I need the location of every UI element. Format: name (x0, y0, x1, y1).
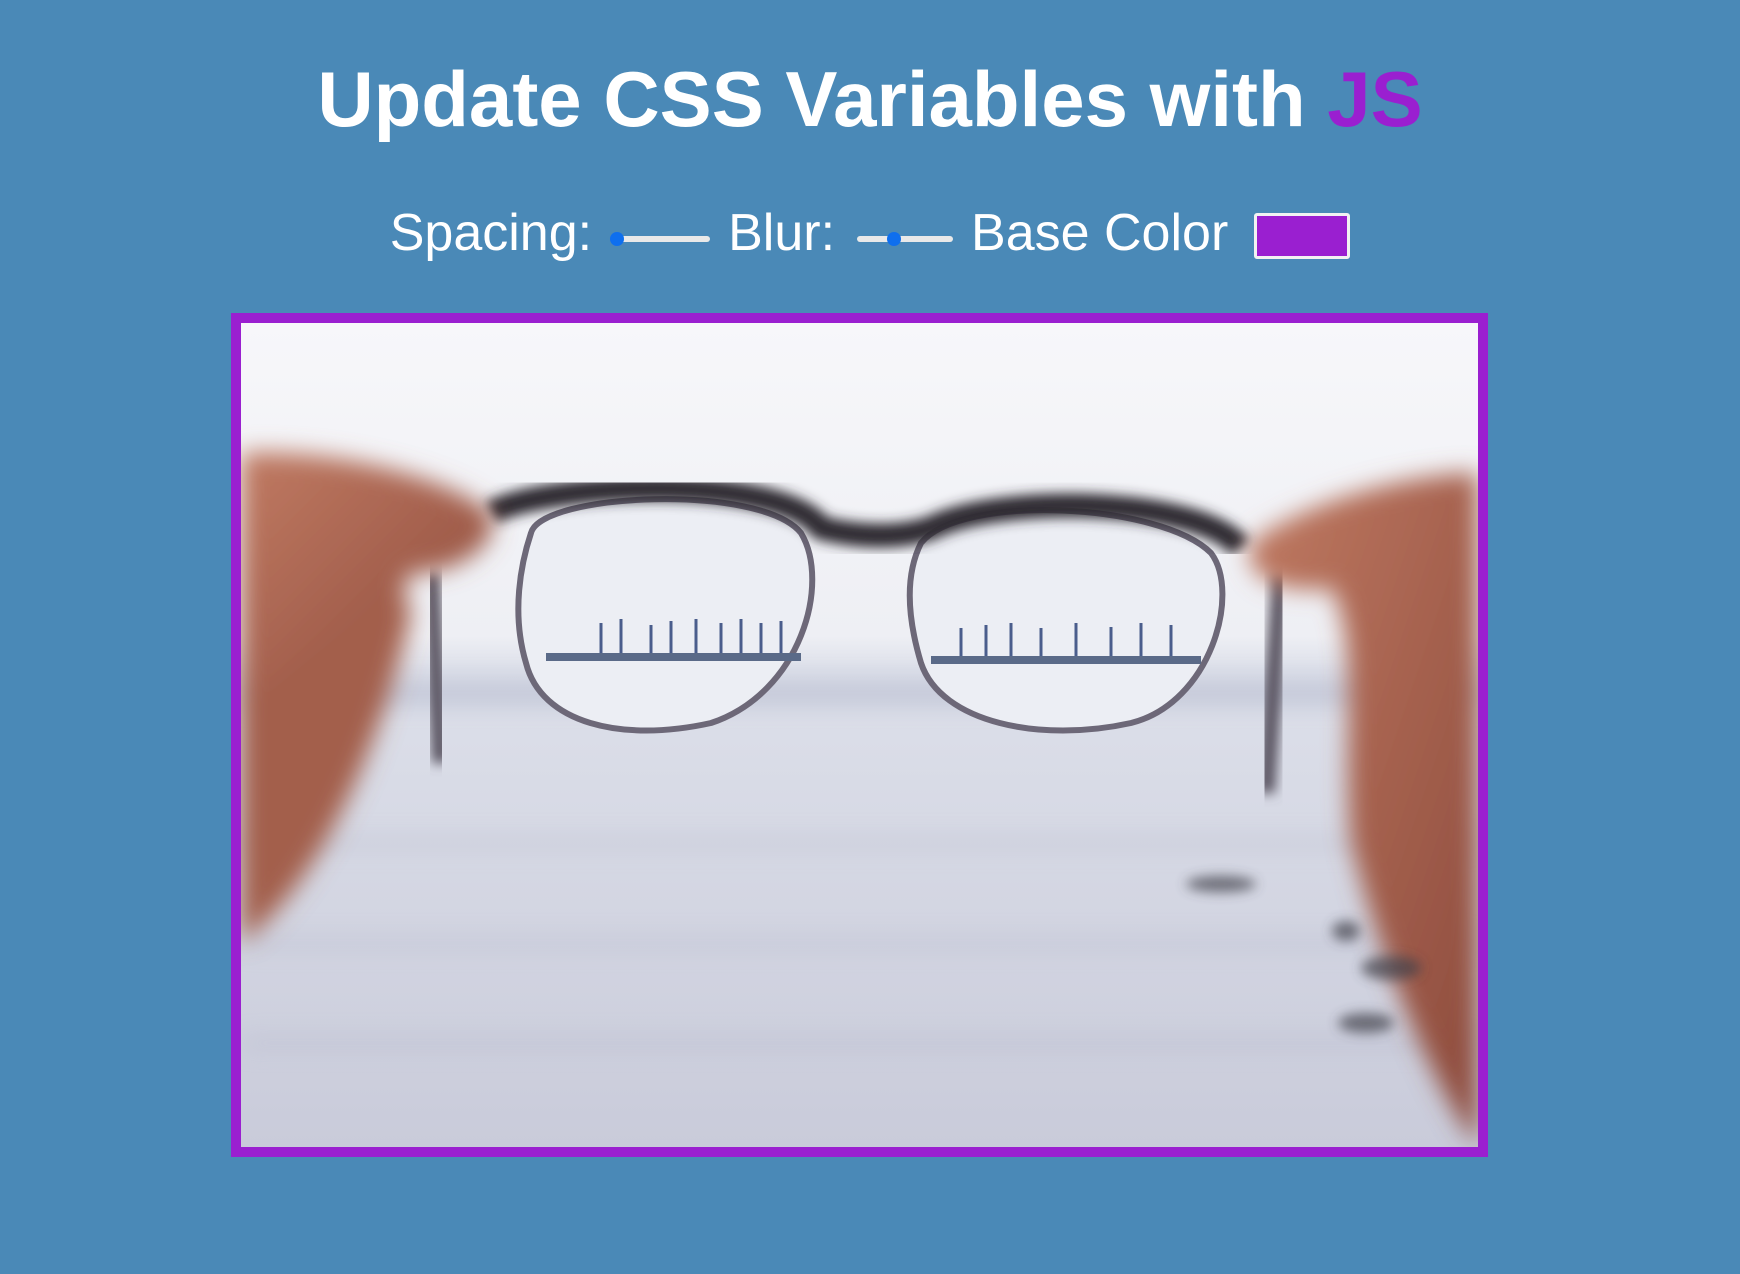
base-color-label: Base Color (971, 204, 1229, 262)
page-title: Update CSS Variables with JS (0, 54, 1740, 144)
image-frame (231, 313, 1488, 1157)
photo-glasses-harbor-icon (241, 323, 1478, 1147)
page: Update CSS Variables with JS Spacing: Bl… (0, 0, 1740, 1274)
blur-slider-track[interactable] (857, 236, 954, 242)
spacing-label: Spacing: (389, 204, 593, 262)
blur-slider[interactable] (853, 228, 954, 250)
spacing-slider-track[interactable] (614, 236, 711, 242)
blur-label: Blur: (728, 204, 836, 262)
page-title-accent: JS (1327, 55, 1423, 143)
blur-slider-thumb[interactable] (887, 232, 902, 246)
controls-bar: Spacing: Blur: Base Color (0, 200, 1740, 266)
spacing-slider-thumb[interactable] (610, 232, 625, 246)
base-color-picker[interactable] (1254, 213, 1351, 259)
spacing-slider[interactable] (610, 228, 711, 250)
page-title-prefix: Update CSS Variables with (317, 55, 1328, 143)
